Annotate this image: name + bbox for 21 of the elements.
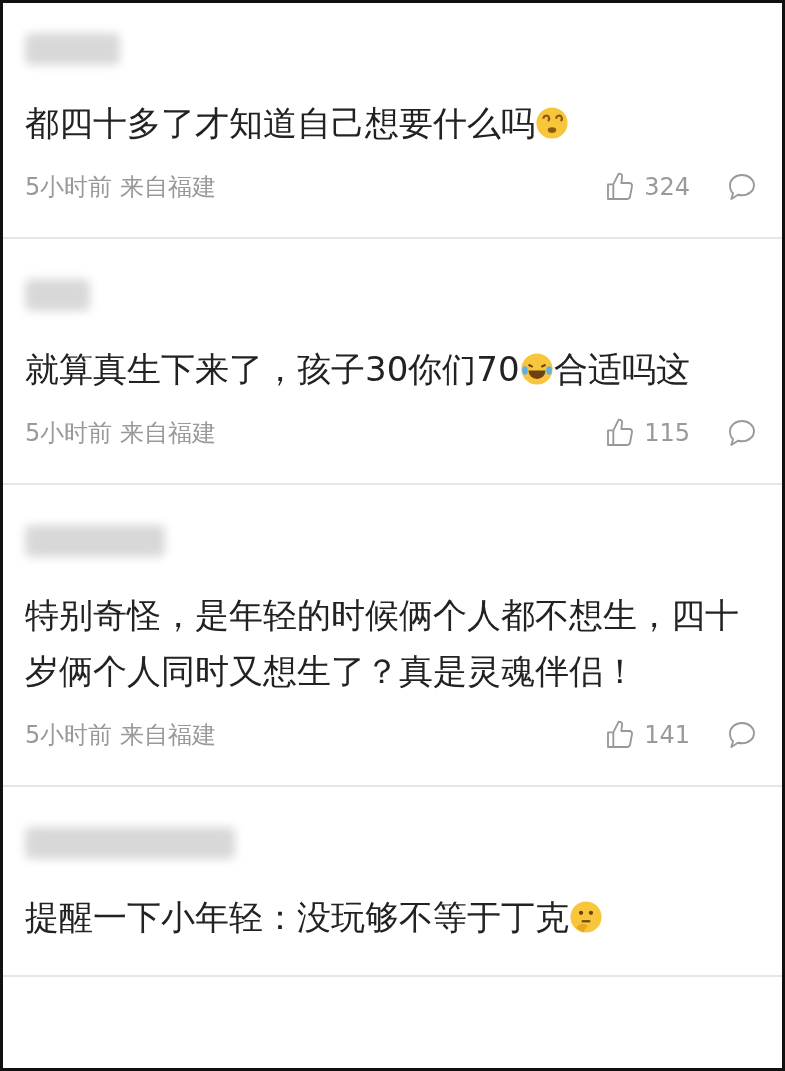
post-time: 5小时前 — [25, 172, 113, 203]
comment-text: 都四十多了才知道自己想要什么吗 — [25, 103, 535, 143]
like-count: 324 — [644, 173, 690, 201]
comment-text: 合适吗这 — [553, 349, 690, 389]
emoji-icon — [519, 352, 554, 386]
comment-icon[interactable] — [726, 719, 758, 751]
comment-text: 提醒一下小年轻：没玩够不等于丁克 — [25, 897, 569, 937]
post-time: 5小时前 — [25, 720, 113, 751]
emoji-icon — [535, 106, 569, 140]
comment-text: 特别奇怪，是年轻的时候俩个人都不想生，四十岁俩个人同时又想生了？真是灵魂伴侣！ — [25, 595, 739, 691]
blurred-username — [25, 279, 90, 311]
location-label: 来自福建 — [120, 720, 217, 751]
comment-icon[interactable] — [726, 417, 758, 449]
comment-icon[interactable] — [726, 171, 758, 203]
like-count: 115 — [644, 419, 690, 447]
post-time: 5小时前 — [25, 418, 113, 449]
comment-text: 就算真生下来了，孩子30你们70 — [25, 349, 520, 389]
like-count: 141 — [644, 721, 690, 749]
emoji-icon — [569, 900, 603, 934]
location-label: 来自福建 — [120, 172, 217, 203]
location-label: 来自福建 — [120, 418, 217, 449]
